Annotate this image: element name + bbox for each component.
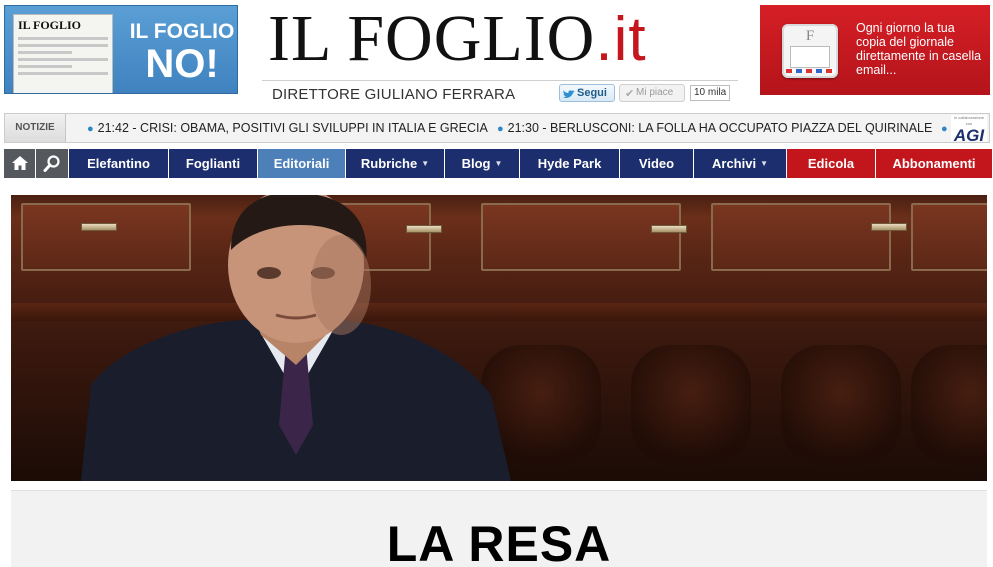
agi-logo[interactable]: in collaborazione con AGI <box>951 115 987 145</box>
bullet-icon: ● <box>941 123 948 135</box>
chevron-down-icon: ▼ <box>760 159 768 168</box>
nav-item-hyde-park[interactable]: Hyde Park <box>520 149 620 178</box>
nav-item-rubriche[interactable]: Rubriche ▼ <box>346 149 445 178</box>
nav-item-elefantino[interactable]: Elefantino <box>69 149 169 178</box>
facebook-like-label: Mi piace <box>636 87 674 98</box>
ticker-item[interactable]: ● 21:30 - BERLUSCONI: LA FOLLA HA OCCUPAT… <box>497 114 932 142</box>
hero-photo[interactable] <box>11 195 987 481</box>
headline-box: LA RESA <box>11 490 987 567</box>
envelope-letter: F <box>805 28 815 44</box>
chevron-down-icon: ▼ <box>494 159 503 168</box>
site-logo-suffix: .it <box>595 5 647 74</box>
header-divider <box>262 80 738 81</box>
facebook-like-button[interactable]: ✔ Mi piace <box>619 84 685 102</box>
chevron-down-icon: ▼ <box>421 159 430 168</box>
ad-left-subtitle: NO! <box>145 42 219 86</box>
ticker-label: NOTIZIE <box>5 114 66 142</box>
nav-item-edicola[interactable]: Edicola <box>787 149 876 178</box>
nav-item-foglianti[interactable]: Foglianti <box>169 149 258 178</box>
twitter-follow-button[interactable]: Segui <box>559 84 615 102</box>
home-icon <box>12 156 28 170</box>
bullet-icon: ● <box>87 123 94 135</box>
envelope-icon: F <box>782 24 838 78</box>
home-button[interactable] <box>4 149 36 178</box>
site-logo[interactable]: IL FOGLIO.it <box>268 2 728 75</box>
email-ad-text: Ogni giorno la tua copia del giornale di… <box>856 21 982 77</box>
agi-logo-text: AGI <box>953 126 985 145</box>
newspaper-thumbnail: IL FOGLIO <box>13 14 113 93</box>
bullet-icon: ● <box>497 123 504 135</box>
ad-left-title: IL FOGLIO <box>129 20 235 43</box>
twitter-bird-icon <box>563 88 575 98</box>
email-subscription-ad[interactable]: F Ogni giorno la tua copia del giornale … <box>760 5 990 95</box>
nav-item-abbonamenti[interactable]: Abbonamenti <box>876 149 992 178</box>
news-ticker: NOTIZIE ● 21:42 - CRISI: OBAMA, POSITIVI … <box>4 113 990 145</box>
twitter-follow-label: Segui <box>577 87 607 99</box>
headline[interactable]: LA RESA <box>11 515 987 567</box>
nav-item-editoriali[interactable]: Editoriali <box>258 149 346 178</box>
main-navigation: Elefantino Foglianti Editoriali Rubriche… <box>4 149 992 178</box>
nav-item-blog[interactable]: Blog ▼ <box>445 149 520 178</box>
search-icon <box>43 155 60 172</box>
foglio-no-ad-banner[interactable]: IL FOGLIO IL FOGLIO NO! <box>4 5 238 94</box>
newspaper-thumbnail-title: IL FOGLIO <box>18 18 82 32</box>
director-line: DIRETTORE GIULIANO FERRARA <box>272 86 516 103</box>
check-icon: ✔ <box>625 88 635 100</box>
search-button[interactable] <box>36 149 69 178</box>
ticker-item[interactable]: ● 21:42 - CRISI: OBAMA, POSITIVI GLI SVIL… <box>87 114 488 142</box>
ticker-item-text: 21:42 - CRISI: OBAMA, POSITIVI GLI SVILU… <box>97 121 488 135</box>
nav-item-video[interactable]: Video <box>620 149 694 178</box>
portrait-figure <box>81 195 511 481</box>
site-logo-name: IL FOGLIO <box>268 2 596 75</box>
ticker-item-text: 21:30 - BERLUSCONI: LA FOLLA HA OCCUPATO… <box>507 121 933 135</box>
like-count-badge: 10 mila <box>690 85 731 101</box>
nav-item-archivi[interactable]: Archivi ▼ <box>694 149 787 178</box>
